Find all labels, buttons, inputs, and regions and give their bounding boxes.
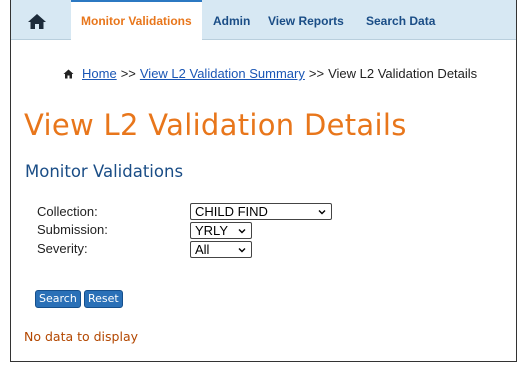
- breadcrumb-summary-link[interactable]: View L2 Validation Summary: [140, 66, 305, 81]
- severity-value: All: [195, 242, 210, 257]
- submission-select[interactable]: YRLY: [190, 222, 252, 239]
- no-data-message: No data to display: [24, 329, 139, 344]
- collection-value: CHILD FIND: [195, 204, 268, 219]
- section-title: Monitor Validations: [25, 162, 184, 181]
- nav-tab-view-reports[interactable]: View Reports: [268, 0, 344, 40]
- search-button[interactable]: Search: [35, 290, 81, 308]
- collection-select[interactable]: CHILD FIND: [190, 203, 332, 220]
- page-title: View L2 Validation Details: [24, 108, 407, 142]
- nav-tab-search-data[interactable]: Search Data: [366, 0, 435, 40]
- submission-label: Submission:: [37, 222, 108, 237]
- severity-select[interactable]: All: [190, 241, 252, 258]
- nav-tab-admin[interactable]: Admin: [213, 0, 250, 40]
- breadcrumb-home-link[interactable]: Home: [82, 66, 117, 81]
- nav-tab-monitor-validations[interactable]: Monitor Validations: [71, 0, 202, 40]
- home-icon: [63, 67, 74, 82]
- submission-value: YRLY: [195, 223, 228, 238]
- severity-label: Severity:: [37, 241, 88, 256]
- breadcrumb: Home >> View L2 Validation Summary >> View L…: [63, 66, 477, 82]
- breadcrumb-separator: >>: [120, 66, 136, 81]
- home-icon[interactable]: [26, 12, 48, 30]
- chevron-down-icon: [238, 229, 246, 234]
- app-frame: Monitor Validations Admin View Reports S…: [10, 0, 517, 362]
- collection-label: Collection:: [37, 204, 98, 219]
- top-navbar: Monitor Validations Admin View Reports S…: [11, 0, 516, 40]
- chevron-down-icon: [318, 210, 326, 215]
- breadcrumb-separator: >>: [308, 66, 325, 81]
- reset-button[interactable]: Reset: [84, 290, 123, 308]
- chevron-down-icon: [238, 248, 246, 253]
- breadcrumb-current: View L2 Validation Details: [328, 66, 478, 81]
